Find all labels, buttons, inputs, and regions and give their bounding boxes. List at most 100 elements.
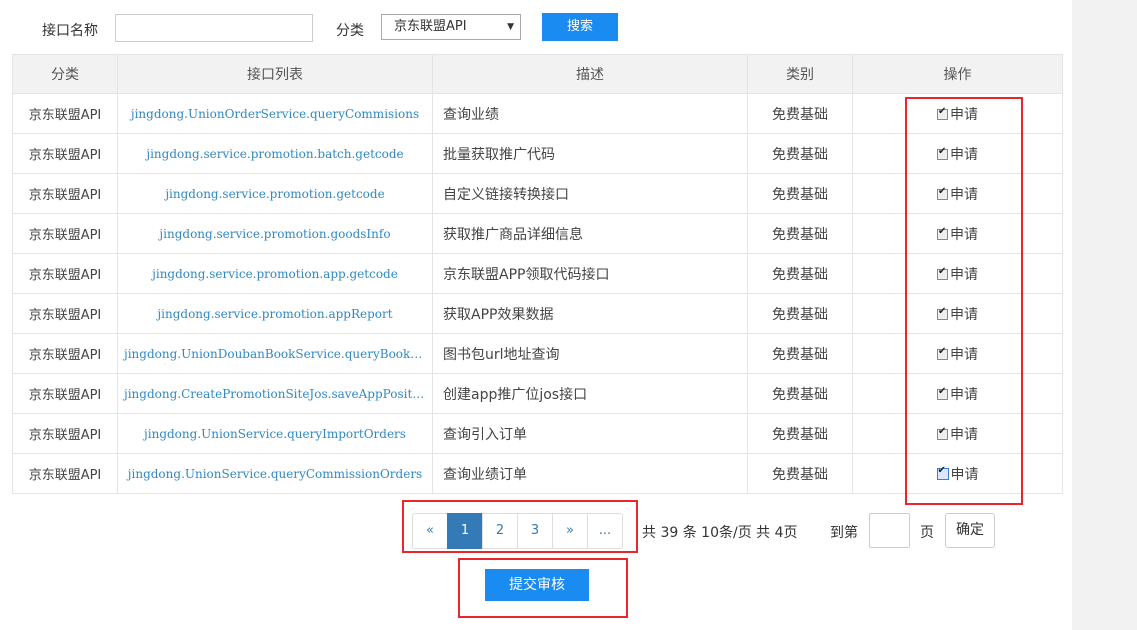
chevron-down-icon: ▼ [507,22,514,32]
cell-type: 免费基础 [747,333,853,374]
apply-label: 申请 [950,186,978,203]
category-selected: 京东联盟API [394,19,467,34]
table-row: 京东联盟API jingdong.UnionService.queryCommis… [12,453,1063,494]
cell-action: 申请 [852,93,1063,134]
cell-action: 申请 [852,453,1063,494]
cell-api-name[interactable]: jingdong.service.promotion.goodsInfo [117,213,433,254]
page-number-input[interactable] [869,513,910,548]
column-header: 操作 [852,54,1063,94]
cell-description: 批量获取推广代码 [432,133,748,174]
cell-description: 创建app推广位jos接口 [432,373,748,414]
cell-api-name[interactable]: jingdong.UnionOrderService.queryCommisio… [117,93,433,134]
table-row: 京东联盟API jingdong.service.promotion.goodsI… [12,213,1063,254]
column-header: 接口列表 [117,54,433,94]
name-input[interactable] [115,14,313,42]
column-header: 类别 [747,54,853,94]
cell-type: 免费基础 [747,213,853,254]
apply-label: 申请 [950,146,978,163]
cell-category: 京东联盟API [12,413,118,454]
apply-label: 申请 [950,306,978,323]
cell-type: 免费基础 [747,373,853,414]
cell-api-name[interactable]: jingdong.UnionService.queryCommissionOrd… [117,453,433,494]
apply-label: 申请 [950,426,978,443]
cell-description: 查询引入订单 [432,413,748,454]
search-bar: 接口名称 分类 京东联盟API ▼ 搜索 [0,0,1072,54]
more-pages-button[interactable]: ... [587,513,623,549]
cell-api-name[interactable]: jingdong.service.promotion.getcode [117,173,433,214]
apply-checkbox[interactable] [937,306,948,320]
cell-description: 自定义链接转换接口 [432,173,748,214]
cell-category: 京东联盟API [12,93,118,134]
pagination-total: 共 39 条 10条/页 共 4页 [642,525,798,541]
cell-type: 免费基础 [747,93,853,134]
apply-checkbox[interactable] [936,465,949,480]
cell-description: 获取推广商品详细信息 [432,213,748,254]
apply-label: 申请 [950,386,978,403]
apply-label: 申请 [950,346,978,363]
table-row: 京东联盟API jingdong.service.promotion.appRep… [12,293,1063,334]
goto-label: 到第 [830,525,858,541]
cell-api-name[interactable]: jingdong.service.promotion.batch.getcode [117,133,433,174]
api-table: 分类 接口列表 描述 类别 操作 京东联盟API jingdong.UnionOr… [12,54,1063,494]
table-row: 京东联盟API jingdong.UnionService.queryImport… [12,413,1063,454]
cell-category: 京东联盟API [12,373,118,414]
category-label: 分类 [336,23,364,39]
cell-type: 免费基础 [747,453,853,494]
apply-checkbox[interactable] [937,266,948,280]
page-button-2[interactable]: 2 [482,513,518,549]
cell-description: 查询业绩 [432,93,748,134]
cell-action: 申请 [852,373,1063,414]
cell-action: 申请 [852,333,1063,374]
cell-api-name[interactable]: jingdong.UnionDoubanBookService.queryBoo… [117,333,433,374]
apply-checkbox[interactable] [937,386,948,400]
apply-label: 申请 [950,266,978,283]
apply-checkbox[interactable] [937,146,948,160]
cell-category: 京东联盟API [12,293,118,334]
apply-checkbox[interactable] [937,186,948,200]
page-button-1[interactable]: 1 [447,513,483,549]
table-row: 京东联盟API jingdong.service.promotion.app.ge… [12,253,1063,294]
table-row: 京东联盟API jingdong.UnionOrderService.queryC… [12,93,1063,134]
apply-label: 申请 [950,226,978,243]
table-row: 京东联盟API jingdong.UnionDoubanBookService.q… [12,333,1063,374]
confirm-page-button[interactable]: 确定 [945,513,995,548]
cell-action: 申请 [852,293,1063,334]
cell-api-name[interactable]: jingdong.UnionService.queryImportOrders [117,413,433,454]
cell-category: 京东联盟API [12,453,118,494]
cell-type: 免费基础 [747,413,853,454]
cell-api-name[interactable]: jingdong.CreatePromotionSiteJos.saveAppP… [117,373,433,414]
cell-description: 查询业绩订单 [432,453,748,494]
next-page-button[interactable]: » [552,513,588,549]
cell-action: 申请 [852,413,1063,454]
submit-review-button[interactable]: 提交审核 [485,569,589,601]
apply-checkbox[interactable] [937,106,948,120]
cell-type: 免费基础 [747,293,853,334]
prev-page-button[interactable]: « [412,513,448,549]
cell-action: 申请 [852,213,1063,254]
cell-category: 京东联盟API [12,333,118,374]
cell-action: 申请 [852,173,1063,214]
category-select[interactable]: 京东联盟API ▼ [381,14,521,40]
table-row: 京东联盟API jingdong.CreatePromotionSiteJos.s… [12,373,1063,414]
table-header-row: 分类 接口列表 描述 类别 操作 [12,54,1063,94]
cell-category: 京东联盟API [12,253,118,294]
table-row: 京东联盟API jingdong.service.promotion.getcod… [12,173,1063,214]
page-button-3[interactable]: 3 [517,513,553,549]
cell-api-name[interactable]: jingdong.service.promotion.app.getcode [117,253,433,294]
cell-description: 获取APP效果数据 [432,293,748,334]
search-button[interactable]: 搜索 [542,13,618,41]
apply-checkbox[interactable] [937,226,948,240]
cell-type: 免费基础 [747,253,853,294]
column-header: 分类 [12,54,118,94]
apply-checkbox[interactable] [937,346,948,360]
cell-api-name[interactable]: jingdong.service.promotion.appReport [117,293,433,334]
column-header: 描述 [432,54,748,94]
cell-type: 免费基础 [747,173,853,214]
pagination: « 1 2 3 » ... [412,513,623,549]
table-row: 京东联盟API jingdong.service.promotion.batch.… [12,133,1063,174]
page-unit-label: 页 [920,525,934,541]
cell-category: 京东联盟API [12,213,118,254]
right-gutter [1072,0,1137,630]
apply-checkbox[interactable] [937,426,948,440]
cell-type: 免费基础 [747,133,853,174]
